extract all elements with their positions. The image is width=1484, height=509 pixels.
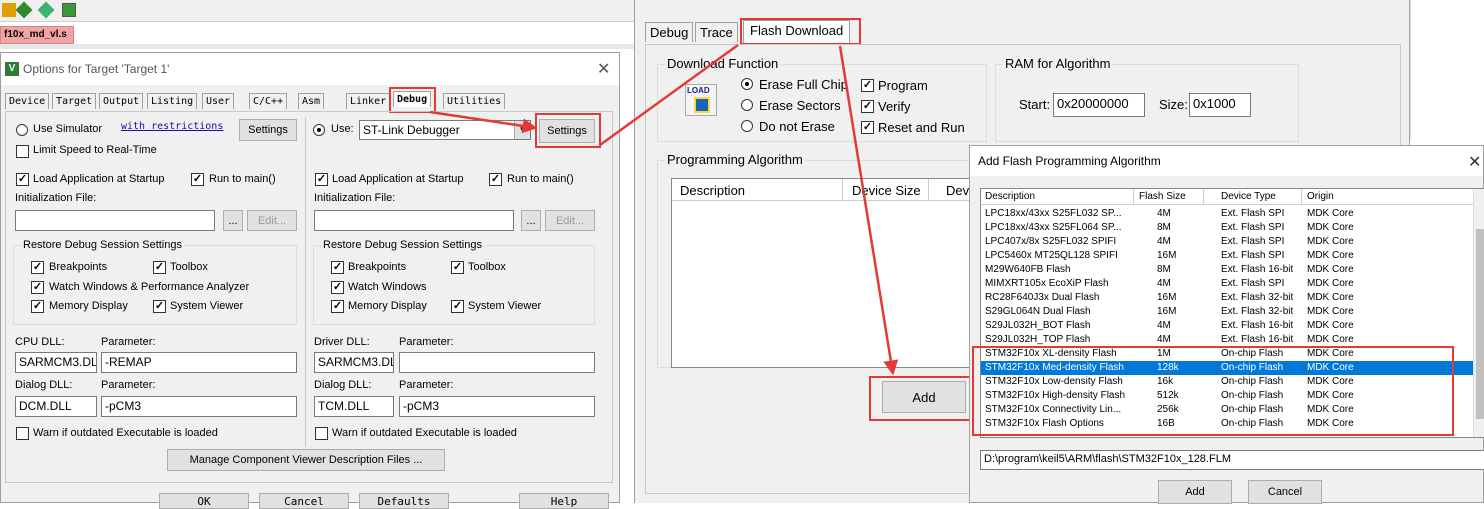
- arrow-flash-to-add: [838, 45, 899, 376]
- arrow-settings-to-flash: [599, 43, 739, 147]
- annotation-arrows: [429, 43, 899, 376]
- arrow-debug-to-settings: [429, 110, 538, 134]
